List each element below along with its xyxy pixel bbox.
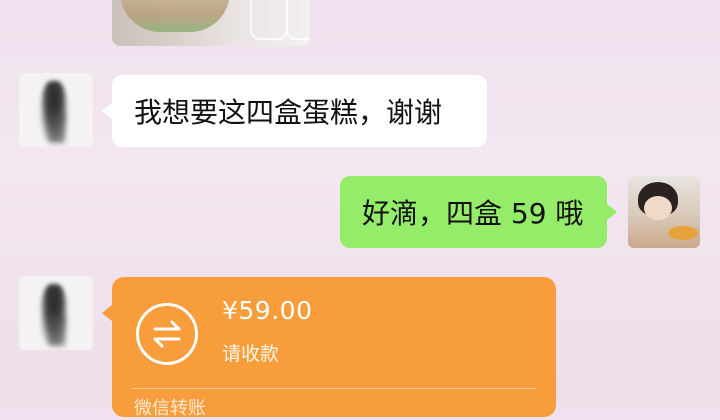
outgoing-text-message[interactable]: 好滴，四盒 59 哦 — [340, 176, 617, 248]
self-avatar[interactable] — [628, 176, 700, 248]
image-message[interactable] — [112, 0, 310, 46]
transfer-amount: ¥59.00 — [222, 296, 313, 325]
incoming-text-message[interactable]: 我想要这四盒蛋糕，谢谢 — [102, 75, 487, 147]
glass-shape — [250, 0, 288, 40]
transfer-status: 请收款 — [222, 343, 280, 365]
transfer-arrows-icon — [136, 303, 198, 365]
glass-shape — [286, 0, 310, 40]
transfer-message-card[interactable]: ¥59.00 请收款 微信转账 — [102, 277, 556, 419]
avatar-plate — [668, 226, 698, 240]
transfer-footer-label: 微信转账 — [134, 398, 206, 419]
message-text: 我想要这四盒蛋糕，谢谢 — [134, 96, 443, 129]
contact-avatar[interactable] — [19, 276, 93, 350]
avatar-silhouette-shadow — [49, 316, 65, 346]
divider — [132, 388, 536, 389]
contact-avatar[interactable] — [19, 73, 93, 147]
food-photo-content — [120, 0, 230, 32]
avatar-face — [644, 196, 672, 220]
message-text: 好滴，四盒 59 哦 — [362, 197, 584, 230]
avatar-silhouette-shadow — [49, 113, 65, 143]
